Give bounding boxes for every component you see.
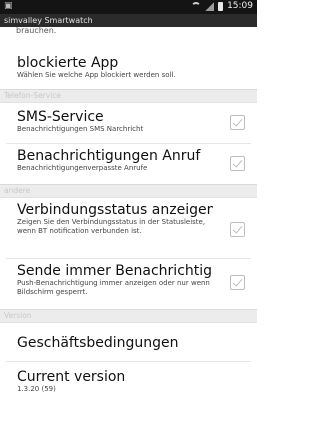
- setting-summary: Push-Benachrichtigung immer anzeigen ode…: [17, 279, 210, 296]
- setting-title: SMS-Service: [17, 109, 104, 125]
- setting-title: blockierte App: [17, 55, 119, 71]
- setting-always-send-notification[interactable]: Sende immer Benachrichtigu Push-Benachri…: [0, 259, 257, 309]
- setting-current-version[interactable]: Current version 1.3.20 (59): [0, 362, 257, 396]
- section-header-telefon: Telefon-Service: [0, 89, 257, 103]
- partial-summary: brauchen.: [16, 27, 57, 35]
- setting-title: Geschäftsbedingungen: [17, 335, 179, 351]
- setting-title: Benachrichtigungen Anruf: [17, 148, 201, 164]
- setting-summary: Zeigen Sie den Verbindungsstatus in der …: [17, 218, 206, 235]
- signal-icon: [205, 1, 215, 11]
- setting-blocked-app[interactable]: blockierte App Wählen Sie welche App blo…: [0, 47, 257, 89]
- setting-summary: Wählen Sie welche App blockiert werden s…: [17, 71, 176, 79]
- setting-terms[interactable]: Geschäftsbedingungen: [0, 323, 257, 361]
- connection-status-checkbox[interactable]: [230, 222, 245, 237]
- setting-sms-service[interactable]: SMS-Service Benachrichtigungen SMS Narch…: [0, 103, 257, 143]
- app-title: simvalley Smartwatch: [4, 16, 93, 25]
- setting-title: Verbindungsstatus anzeigen: [17, 202, 213, 218]
- setting-title: Current version: [17, 369, 126, 385]
- setting-connection-status[interactable]: Verbindungsstatus anzeigen Zeigen Sie de…: [0, 198, 257, 258]
- setting-summary: Benachrichtigungen SMS Narchricht: [17, 125, 144, 133]
- wifi-icon: [191, 2, 202, 10]
- always-send-checkbox[interactable]: [230, 275, 245, 290]
- settings-list[interactable]: brauchen. blockierte App Wählen Sie welc…: [0, 27, 257, 396]
- call-notifications-checkbox[interactable]: [230, 156, 245, 171]
- clock: 15:09: [227, 1, 253, 11]
- status-bar: ▣ 15:09: [0, 0, 257, 14]
- section-header-version: Version: [0, 309, 257, 323]
- image-icon: ▣: [4, 1, 13, 11]
- setting-call-notifications[interactable]: Benachrichtigungen Anruf Benachrichtigun…: [0, 144, 257, 184]
- setting-title: Sende immer Benachrichtigu: [17, 263, 213, 279]
- setting-summary: Benachrichtigungenverpasste Anrufe: [17, 164, 148, 172]
- action-bar: simvalley Smartwatch: [0, 14, 257, 27]
- sms-service-checkbox[interactable]: [230, 115, 245, 130]
- section-header-andere: andere: [0, 184, 257, 198]
- battery-icon: [218, 1, 224, 11]
- version-number: 1.3.20 (59): [17, 385, 56, 393]
